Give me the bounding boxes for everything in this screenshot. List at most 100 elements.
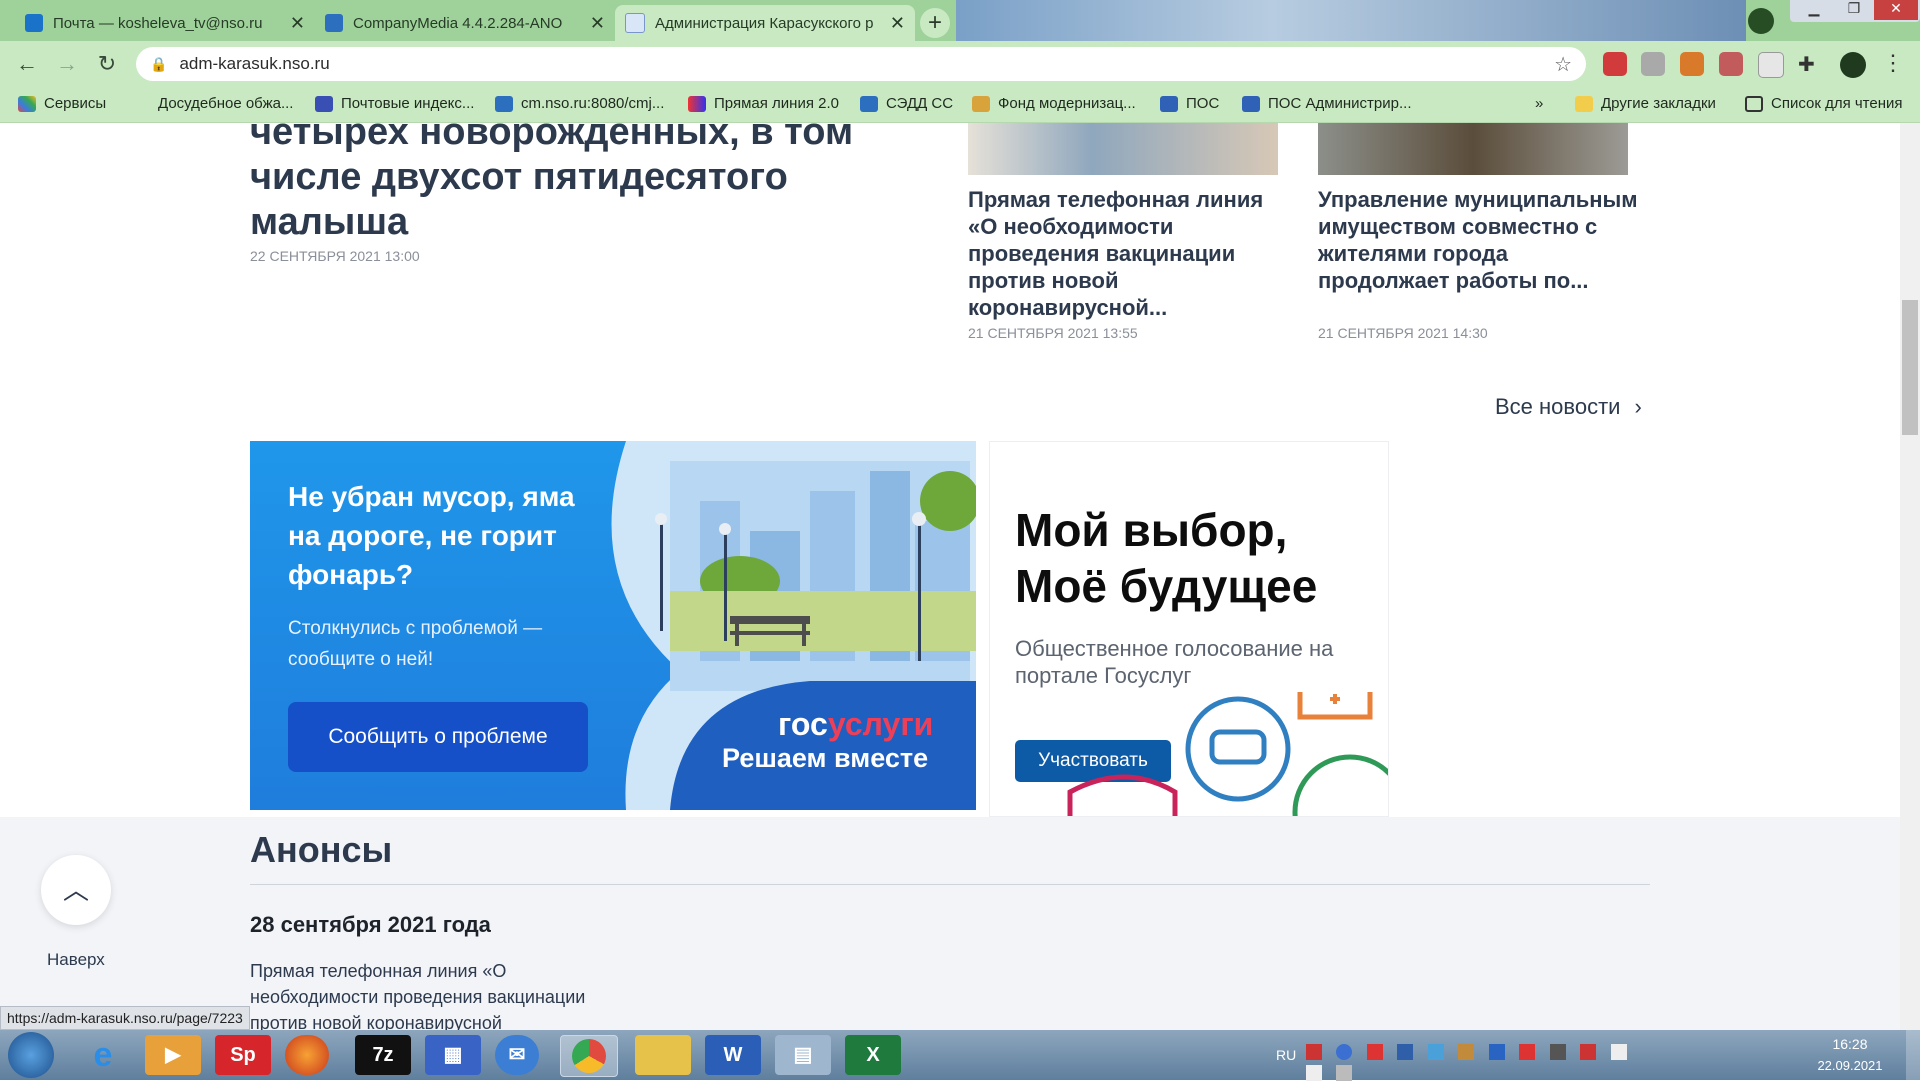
news-card-date: 21 сентября 2021 13:55 bbox=[968, 325, 1138, 341]
firefox-icon[interactable] bbox=[285, 1035, 329, 1075]
bookmark-item[interactable]: Фонд модернизац... bbox=[972, 95, 1136, 112]
reading-list[interactable]: Список для чтения bbox=[1745, 95, 1903, 112]
clock-time[interactable]: 16:28 bbox=[1810, 1036, 1890, 1052]
bookmarks-overflow[interactable]: » bbox=[1535, 95, 1543, 112]
banner-heading: Не убран мусор, яма на дороге, не горит … bbox=[288, 481, 575, 590]
anons-text[interactable]: Прямая телефонная линия «О необходимости… bbox=[250, 958, 620, 1036]
volume-icon[interactable] bbox=[1610, 1044, 1627, 1060]
forward-button[interactable]: → bbox=[52, 49, 82, 79]
menu-dots-icon[interactable]: ⋮ bbox=[1882, 50, 1904, 76]
back-button[interactable]: ← bbox=[12, 49, 42, 79]
language-indicator[interactable]: RU bbox=[1276, 1047, 1296, 1063]
profile-dropdown-icon[interactable] bbox=[1748, 8, 1774, 34]
tray-icon[interactable] bbox=[1519, 1044, 1536, 1060]
start-button[interactable] bbox=[8, 1032, 54, 1078]
bookmark-apps[interactable]: Сервисы bbox=[18, 95, 106, 112]
hp-icon[interactable] bbox=[1488, 1044, 1505, 1060]
tray-icon[interactable] bbox=[1427, 1044, 1444, 1060]
word-icon[interactable]: W bbox=[705, 1035, 761, 1075]
news-card-title[interactable]: Управление муниципальным имуществом совм… bbox=[1318, 186, 1638, 294]
page-scrollbar[interactable] bbox=[1900, 123, 1920, 1030]
tray-icon[interactable] bbox=[1336, 1044, 1353, 1060]
news-card-date: 21 сентября 2021 14:30 bbox=[1318, 325, 1488, 341]
extension-icon[interactable] bbox=[1680, 52, 1704, 76]
folder-icon bbox=[1575, 95, 1593, 112]
bluetooth-icon[interactable] bbox=[1397, 1044, 1414, 1060]
maximize-button[interactable]: ❐ bbox=[1836, 0, 1872, 20]
explorer-folder-icon[interactable] bbox=[635, 1035, 691, 1075]
companymedia-icon bbox=[325, 14, 343, 32]
tray-icon[interactable] bbox=[1306, 1044, 1322, 1060]
fund-icon bbox=[972, 95, 990, 112]
calendar-app-icon[interactable]: ▦ bbox=[425, 1035, 481, 1075]
bookmark-star-icon[interactable]: ☆ bbox=[1554, 52, 1572, 77]
report-problem-button[interactable]: Сообщить о проблеме bbox=[288, 702, 588, 772]
tray-icon[interactable] bbox=[1366, 1044, 1383, 1060]
address-bar[interactable]: 🔒 adm-karasuk.nso.ru ☆ bbox=[136, 47, 1586, 81]
close-window-button[interactable]: ✕ bbox=[1874, 0, 1918, 20]
close-icon[interactable]: ✕ bbox=[290, 13, 305, 34]
chrome-taskbar-icon[interactable] bbox=[560, 1035, 618, 1077]
chevron-right-icon: › bbox=[1634, 394, 1642, 419]
main-news-date: 22 сентября 2021 13:00 bbox=[250, 248, 420, 264]
media-player-icon[interactable]: ▶ bbox=[145, 1035, 201, 1075]
scrollbar-thumb[interactable] bbox=[1902, 300, 1918, 435]
network-icon[interactable] bbox=[1336, 1065, 1353, 1081]
banner-tagline: Решаем вместе bbox=[722, 743, 929, 773]
divider bbox=[250, 884, 1650, 885]
banner-text: Столкнулись с проблемой — сообщите о ней… bbox=[288, 618, 543, 670]
tray-icon[interactable] bbox=[1549, 1044, 1566, 1060]
news-card-title[interactable]: Прямая телефонная линия «О необходимости… bbox=[968, 186, 1288, 321]
address-text[interactable]: adm-karasuk.nso.ru bbox=[179, 54, 329, 74]
lock-icon: 🔒 bbox=[150, 55, 168, 72]
avatar[interactable] bbox=[1840, 52, 1866, 78]
minimize-button[interactable]: ▁ bbox=[1796, 0, 1832, 20]
extension-icon[interactable] bbox=[1719, 52, 1743, 76]
outlook-icon bbox=[25, 14, 43, 32]
tab-mail[interactable]: Почта — kosheleva_tv@nso.ru ✕ bbox=[15, 5, 315, 41]
scroll-top-label[interactable]: Наверх bbox=[47, 950, 105, 970]
7zip-icon[interactable]: 7z bbox=[355, 1035, 411, 1075]
close-icon[interactable]: ✕ bbox=[590, 13, 605, 34]
flag-icon[interactable] bbox=[1306, 1065, 1322, 1081]
excel-icon[interactable]: X bbox=[845, 1035, 901, 1075]
tray-icon[interactable] bbox=[1580, 1044, 1597, 1060]
report-problem-banner[interactable]: Не убран мусор, яма на дороге, не горит … bbox=[250, 441, 976, 810]
reload-button[interactable]: ↻ bbox=[92, 49, 122, 79]
mail-client-icon[interactable]: ✉ bbox=[495, 1035, 539, 1075]
bookmark-item[interactable]: ПОС Администрир... bbox=[1242, 95, 1412, 112]
clock-date[interactable]: 22.09.2021 bbox=[1810, 1058, 1890, 1073]
news-image[interactable] bbox=[968, 123, 1278, 175]
tab-label: Администрация Карасукского р bbox=[655, 14, 874, 32]
system-tray-icons[interactable] bbox=[1306, 1044, 1666, 1081]
tab-companymedia[interactable]: CompanyMedia 4.4.2.284-ANO ✕ bbox=[315, 5, 615, 41]
transport-illustration bbox=[1067, 692, 1388, 816]
desktop-background-strip bbox=[956, 0, 1746, 41]
status-url: https://adm-karasuk.nso.ru/page/7223 bbox=[0, 1006, 250, 1030]
main-news-title[interactable]: четырех новорожденных, в том числе двухс… bbox=[250, 110, 890, 245]
extension-icon[interactable] bbox=[1758, 52, 1784, 78]
chevron-up-icon: ︿ bbox=[62, 875, 89, 905]
tab-administration[interactable]: Администрация Карасукского р ✕ bbox=[615, 5, 915, 41]
close-icon[interactable]: ✕ bbox=[890, 13, 905, 34]
anons-date: 28 сентября 2021 года bbox=[250, 912, 491, 937]
pos-icon bbox=[1242, 95, 1260, 112]
extension-icon[interactable] bbox=[1641, 52, 1665, 76]
puzzle-extensions-icon[interactable]: ✚ bbox=[1798, 52, 1815, 77]
calculator-icon[interactable]: ▤ bbox=[775, 1035, 831, 1075]
tab-label: Почта — kosheleva_tv@nso.ru bbox=[53, 14, 263, 32]
show-desktop-button[interactable] bbox=[1906, 1030, 1920, 1080]
bookmark-item[interactable]: ПОС bbox=[1160, 95, 1219, 112]
sp-app-icon[interactable]: Sp bbox=[215, 1035, 271, 1075]
tray-icon[interactable] bbox=[1458, 1044, 1475, 1060]
vote-banner[interactable]: Мой выбор, Моё будущее Общественное голо… bbox=[989, 441, 1389, 817]
news-image[interactable] bbox=[1318, 123, 1628, 175]
all-news-link[interactable]: Все новости › bbox=[1495, 394, 1642, 420]
new-tab-button[interactable]: + bbox=[920, 8, 950, 38]
tab-label: CompanyMedia 4.4.2.284-ANO bbox=[353, 14, 563, 32]
scroll-top-button[interactable]: ︿ bbox=[41, 855, 111, 925]
adblock-extension-icon[interactable] bbox=[1603, 52, 1627, 76]
site-crest-icon bbox=[625, 13, 645, 33]
bookmark-folder[interactable]: Другие закладки bbox=[1575, 95, 1716, 112]
internet-explorer-icon[interactable]: e bbox=[75, 1035, 131, 1075]
